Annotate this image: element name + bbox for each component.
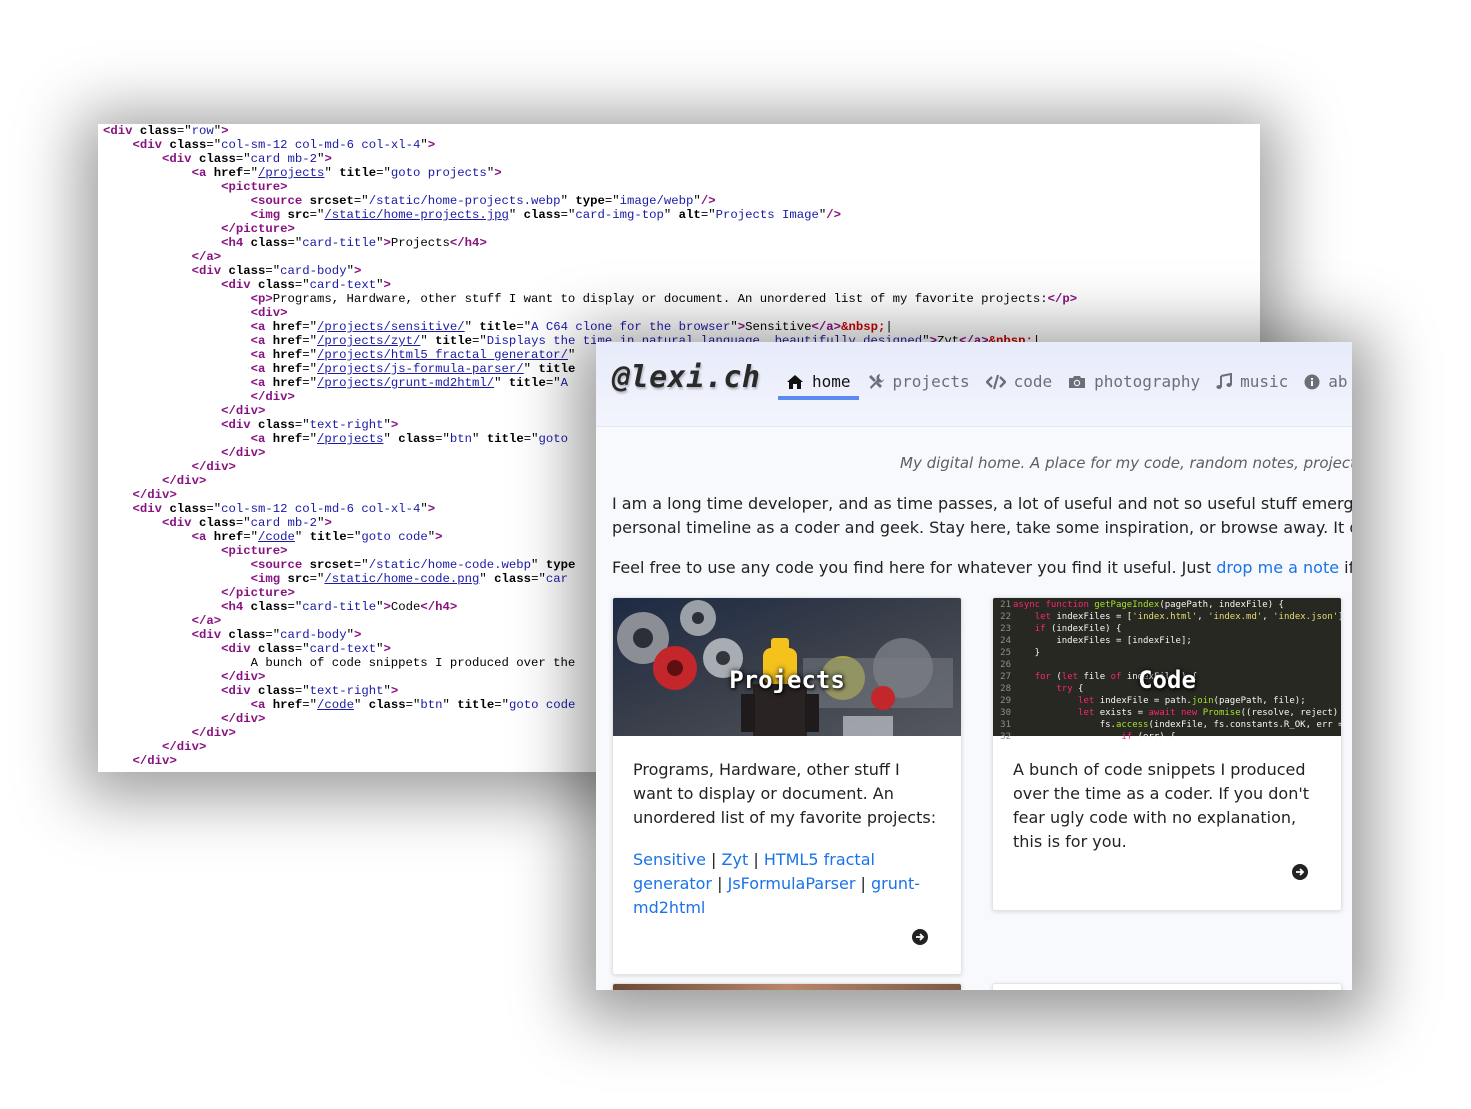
nav-music[interactable]: music: [1208, 372, 1296, 400]
nav-music-label: music: [1240, 372, 1289, 391]
link-separator: |: [860, 874, 866, 893]
site-navbar: @lexi.ch home projects code photography …: [596, 342, 1352, 427]
code-line-number: 22: [1000, 612, 1011, 622]
code-line-number: 24: [1000, 636, 1011, 646]
site-tagline: My digital home. A place for my code, ra…: [900, 454, 1352, 472]
project-link-zyt[interactable]: Zyt: [722, 850, 749, 869]
code-line: fs.access(indexFile, fs.constants.R_OK, …: [1013, 720, 1342, 730]
main-nav: home projects code photography music ab: [778, 372, 1352, 400]
code-line-number: 23: [1000, 624, 1011, 634]
code-line-number: 31: [1000, 720, 1011, 730]
next-card-image-strip: [613, 984, 961, 990]
link-separator: |: [753, 850, 759, 869]
link-separator: |: [717, 874, 723, 893]
nav-code[interactable]: code: [978, 372, 1061, 400]
arrow-right-icon: [916, 933, 925, 941]
intro-paragraph: I am a long time developer, and as time …: [612, 492, 1352, 540]
code-card-title: Code: [1138, 666, 1196, 694]
projects-card-title: Projects: [729, 666, 845, 694]
feel-free-paragraph: Feel free to use any code you find here …: [612, 556, 1352, 580]
feel-free-text: Feel free to use any code you find here …: [612, 558, 1217, 577]
code-line: indexFiles = [indexFile];: [1013, 636, 1192, 646]
code-line-number: 29: [1000, 696, 1011, 706]
code-line: if (err) {: [1121, 732, 1176, 742]
drop-me-a-note-link[interactable]: drop me a note: [1216, 558, 1339, 577]
nav-about[interactable]: ab: [1296, 372, 1352, 400]
code-line-number: 32: [1000, 732, 1011, 742]
code-line: let indexFiles = ['index.html', 'index.m…: [1034, 612, 1341, 622]
home-icon: [786, 374, 804, 390]
goto-code-button[interactable]: [1292, 864, 1308, 880]
camera-icon: [1068, 374, 1086, 389]
code-line: let indexFile = path.join(pagePath, file…: [1078, 696, 1306, 706]
code-line: let exists = await new Promise((resolve,…: [1078, 708, 1339, 718]
projects-card-image[interactable]: Projects: [613, 598, 961, 736]
code-line-number: 21: [1000, 600, 1011, 610]
arrow-right-icon: [1296, 868, 1305, 876]
link-separator: |: [711, 850, 717, 869]
nav-projects-label: projects: [892, 372, 970, 391]
project-link-sensitive[interactable]: Sensitive: [633, 850, 706, 869]
next-card-partial-left: [612, 983, 962, 990]
project-link-jsformulaparser[interactable]: JsFormulaParser: [728, 874, 856, 893]
nav-home-label: home: [812, 372, 851, 391]
code-line-number: 25: [1000, 648, 1011, 658]
nav-home[interactable]: home: [778, 372, 859, 400]
code-line: if (indexFile) {: [1034, 624, 1122, 634]
intro-line-1: I am a long time developer, and as time …: [612, 494, 1352, 513]
info-icon: [1304, 374, 1320, 390]
code-card: 21 async function getPageIndex(pagePath, …: [992, 597, 1342, 911]
website-window: @lexi.ch home projects code photography …: [596, 342, 1352, 990]
code-line: async function getPageIndex(pagePath, in…: [1013, 600, 1284, 610]
nav-photography[interactable]: photography: [1060, 372, 1208, 400]
code-icon: [985, 374, 1006, 390]
page-content: My digital home. A place for my code, ra…: [612, 446, 1352, 580]
projects-card-body: Programs, Hardware, other stuff I want t…: [613, 736, 961, 920]
code-line-number: 30: [1000, 708, 1011, 718]
intro-line-2: personal timeline as a coder and geek. S…: [612, 518, 1352, 537]
site-brand[interactable]: @lexi.ch: [612, 360, 761, 395]
code-card-text: A bunch of code snippets I produced over…: [1013, 760, 1310, 851]
projects-link-list: Sensitive | Zyt | HTML5 fractal generato…: [633, 848, 941, 920]
projects-card-text: Programs, Hardware, other stuff I want t…: [633, 760, 937, 827]
nav-code-label: code: [1013, 372, 1053, 391]
feel-free-tail: if you do: [1344, 558, 1352, 577]
nav-projects[interactable]: projects: [859, 372, 978, 400]
code-line: }: [1013, 648, 1041, 658]
next-card-partial-right: [992, 983, 1342, 990]
nav-about-label: ab: [1328, 372, 1348, 391]
code-card-image[interactable]: 21 async function getPageIndex(pagePath, …: [993, 598, 1342, 742]
goto-projects-button[interactable]: [912, 929, 928, 945]
nav-photography-label: photography: [1094, 372, 1201, 391]
tools-icon: [867, 373, 885, 391]
music-note-icon: [1216, 373, 1233, 390]
code-card-body: A bunch of code snippets I produced over…: [993, 736, 1341, 854]
projects-card: Projects Programs, Hardware, other stuff…: [612, 597, 962, 975]
